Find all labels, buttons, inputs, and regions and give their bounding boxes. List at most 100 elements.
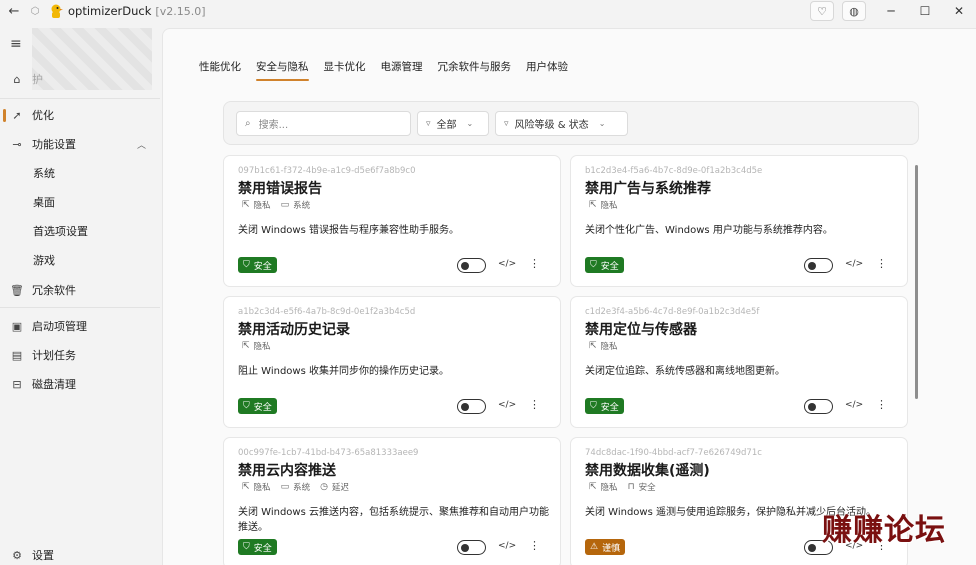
- tab-power[interactable]: 电源管理: [381, 59, 423, 77]
- chevron-up-icon[interactable]: ︿: [137, 138, 146, 151]
- more-options-icon[interactable]: ⋮: [529, 398, 540, 411]
- search-icon: ⌕: [245, 118, 251, 129]
- risk-status-filter-dropdown[interactable]: ▿ 风险等级 & 状态 ⌄: [495, 111, 628, 136]
- trash-icon: 🗑: [10, 283, 24, 297]
- tag: ▭ 系统: [281, 481, 311, 493]
- risk-badge-label: 安全: [253, 402, 272, 413]
- risk-badge-label: 谨慎: [602, 543, 621, 554]
- tag-label: 延迟: [331, 483, 349, 493]
- tweak-toggle[interactable]: [804, 399, 833, 414]
- app-version: [v2.15.0]: [155, 4, 206, 18]
- tag: ▭ 系统: [281, 199, 311, 211]
- code-icon[interactable]: </>: [498, 400, 516, 410]
- monitor-icon: ▭: [280, 200, 290, 210]
- tab-user-experience[interactable]: 用户体验: [526, 59, 568, 77]
- risk-status-filter-value: 风险等级 & 状态: [514, 120, 589, 131]
- sidebar-item-label: 桌面: [33, 196, 55, 209]
- category-filter-value: 全部: [436, 120, 457, 131]
- search-input[interactable]: ⌕ 搜索...: [236, 111, 411, 136]
- favorite-button[interactable]: ♡: [810, 1, 834, 21]
- minimize-icon[interactable]: ─: [874, 4, 908, 18]
- code-icon[interactable]: </>: [845, 259, 863, 269]
- sidebar-item-optimize[interactable]: ➚ 优化: [0, 102, 160, 128]
- more-options-icon[interactable]: ⋮: [876, 257, 887, 270]
- toggle-knob: [461, 402, 469, 411]
- more-options-icon[interactable]: ⋮: [529, 539, 540, 552]
- sidebar-item-settings[interactable]: ⚙ 设置: [0, 542, 160, 565]
- tag-list: ⇱ 隐私: [589, 199, 628, 211]
- theme-button[interactable]: ◍: [842, 1, 866, 21]
- clock-icon: ◷: [320, 482, 328, 492]
- toggle-icon: ⊸: [12, 137, 22, 151]
- maximize-icon[interactable]: ☐: [908, 4, 942, 18]
- tab-gpu[interactable]: 显卡优化: [324, 59, 366, 77]
- sidebar-item-games[interactable]: 游戏: [0, 247, 160, 273]
- sidebar-item-system[interactable]: 系统: [0, 160, 160, 186]
- tweak-toggle[interactable]: [457, 540, 486, 555]
- tweak-description: 关闭定位追踪、系统传感器和离线地图更新。: [585, 366, 785, 377]
- tweak-title: 禁用广告与系统推荐: [585, 181, 711, 197]
- tag-label: 隐私: [600, 483, 618, 493]
- risk-badge: ⛉ 安全: [585, 398, 624, 414]
- tag-label: 隐私: [600, 201, 618, 211]
- search-placeholder: 搜索...: [258, 120, 289, 131]
- risk-badge: ⛉ 安全: [238, 539, 277, 555]
- close-icon[interactable]: ✕: [942, 4, 976, 18]
- risk-badge: ⛉ 安全: [238, 398, 277, 414]
- scrollbar[interactable]: [915, 165, 918, 399]
- code-icon[interactable]: </>: [845, 400, 863, 410]
- more-options-icon[interactable]: ⋮: [529, 257, 540, 270]
- risk-badge: ⚠ 谨慎: [585, 539, 626, 555]
- tweak-toggle[interactable]: [457, 258, 486, 273]
- tweak-description: 阻止 Windows 收集并同步你的操作历史记录。: [238, 366, 449, 377]
- sidebar-item-desktop[interactable]: 桌面: [0, 189, 160, 215]
- tweak-id: c1d2e3f4-a5b6-4c7d-8e9f-0a1b2c3d4e5f: [585, 307, 760, 317]
- startup-icon: ▣: [11, 319, 23, 333]
- tweak-title: 禁用云内容推送: [238, 463, 336, 479]
- tag-list: ⇱ 隐私 ▭ 系统 ◷ 延迟: [242, 481, 359, 493]
- rocket-icon: ➚: [12, 108, 22, 122]
- sidebar-item-label: 启动项管理: [32, 320, 87, 333]
- shield-check-icon: ⛉: [243, 542, 250, 552]
- tweak-card: 00c997fe-1cb7-41bd-b473-65a81333aee9 禁用云…: [223, 437, 561, 565]
- code-icon[interactable]: </>: [498, 259, 516, 269]
- tag: ⇱ 隐私: [242, 340, 271, 352]
- sidebar-item-features[interactable]: ⊸ 功能设置 ︿: [0, 131, 160, 157]
- tab-performance[interactable]: 性能优化: [199, 59, 241, 77]
- privacy-icon: ⇱: [589, 341, 597, 351]
- divider: [0, 98, 160, 99]
- sidebar-item-startup[interactable]: ▣ 启动项管理: [0, 313, 160, 339]
- sidebar-item-label: 功能设置: [32, 138, 76, 151]
- warning-icon: ⚠: [590, 542, 599, 552]
- code-icon[interactable]: </>: [498, 541, 516, 551]
- tweak-title: 禁用错误报告: [238, 181, 322, 197]
- tag: ⇱ 隐私: [242, 199, 271, 211]
- sidebar-item-tasks[interactable]: ▤ 计划任务: [0, 342, 160, 368]
- tweak-toggle[interactable]: [457, 399, 486, 414]
- privacy-icon: ⇱: [242, 482, 250, 492]
- risk-badge-label: 安全: [253, 543, 272, 554]
- more-options-icon[interactable]: ⋮: [876, 398, 887, 411]
- toggle-knob: [808, 261, 816, 270]
- tab-bloatware-services[interactable]: 冗余软件与服务: [438, 59, 512, 77]
- sidebar-item-bloatware[interactable]: 🗑 冗余软件: [0, 277, 160, 303]
- risk-badge: ⛉ 安全: [585, 257, 624, 273]
- tag-label: 系统: [293, 483, 311, 493]
- tag-label: 安全: [638, 483, 656, 493]
- tweak-id: 74dc8dac-1f90-4bbd-acf7-7e626749d71c: [585, 448, 762, 458]
- tab-security-privacy[interactable]: 安全与隐私: [256, 59, 309, 81]
- category-filter-dropdown[interactable]: ▿ 全部 ⌄: [417, 111, 489, 136]
- sidebar-item-preferences[interactable]: 首选项设置: [0, 218, 160, 244]
- menu-icon[interactable]: ≡: [10, 36, 22, 52]
- tweak-toggle[interactable]: [804, 258, 833, 273]
- chevron-down-icon: ⌄: [466, 119, 474, 128]
- sidebar-item-disk-cleanup[interactable]: ⊟ 磁盘清理: [0, 371, 160, 397]
- tag: ⇱ 隐私: [589, 340, 618, 352]
- monitor-icon: ▭: [280, 482, 290, 492]
- toggle-knob: [461, 543, 469, 552]
- sidebar: ≡ ⌂ 护 ➚ 优化 ⊸ 功能设置 ︿ 系统 桌面 首选项设置 游戏 🗑 冗余软…: [0, 28, 162, 565]
- back-arrow-icon[interactable]: ←: [0, 4, 28, 19]
- sidebar-item-label: 冗余软件: [32, 284, 76, 297]
- risk-badge-label: 安全: [600, 402, 619, 413]
- sidebar-item-label: 设置: [32, 549, 54, 562]
